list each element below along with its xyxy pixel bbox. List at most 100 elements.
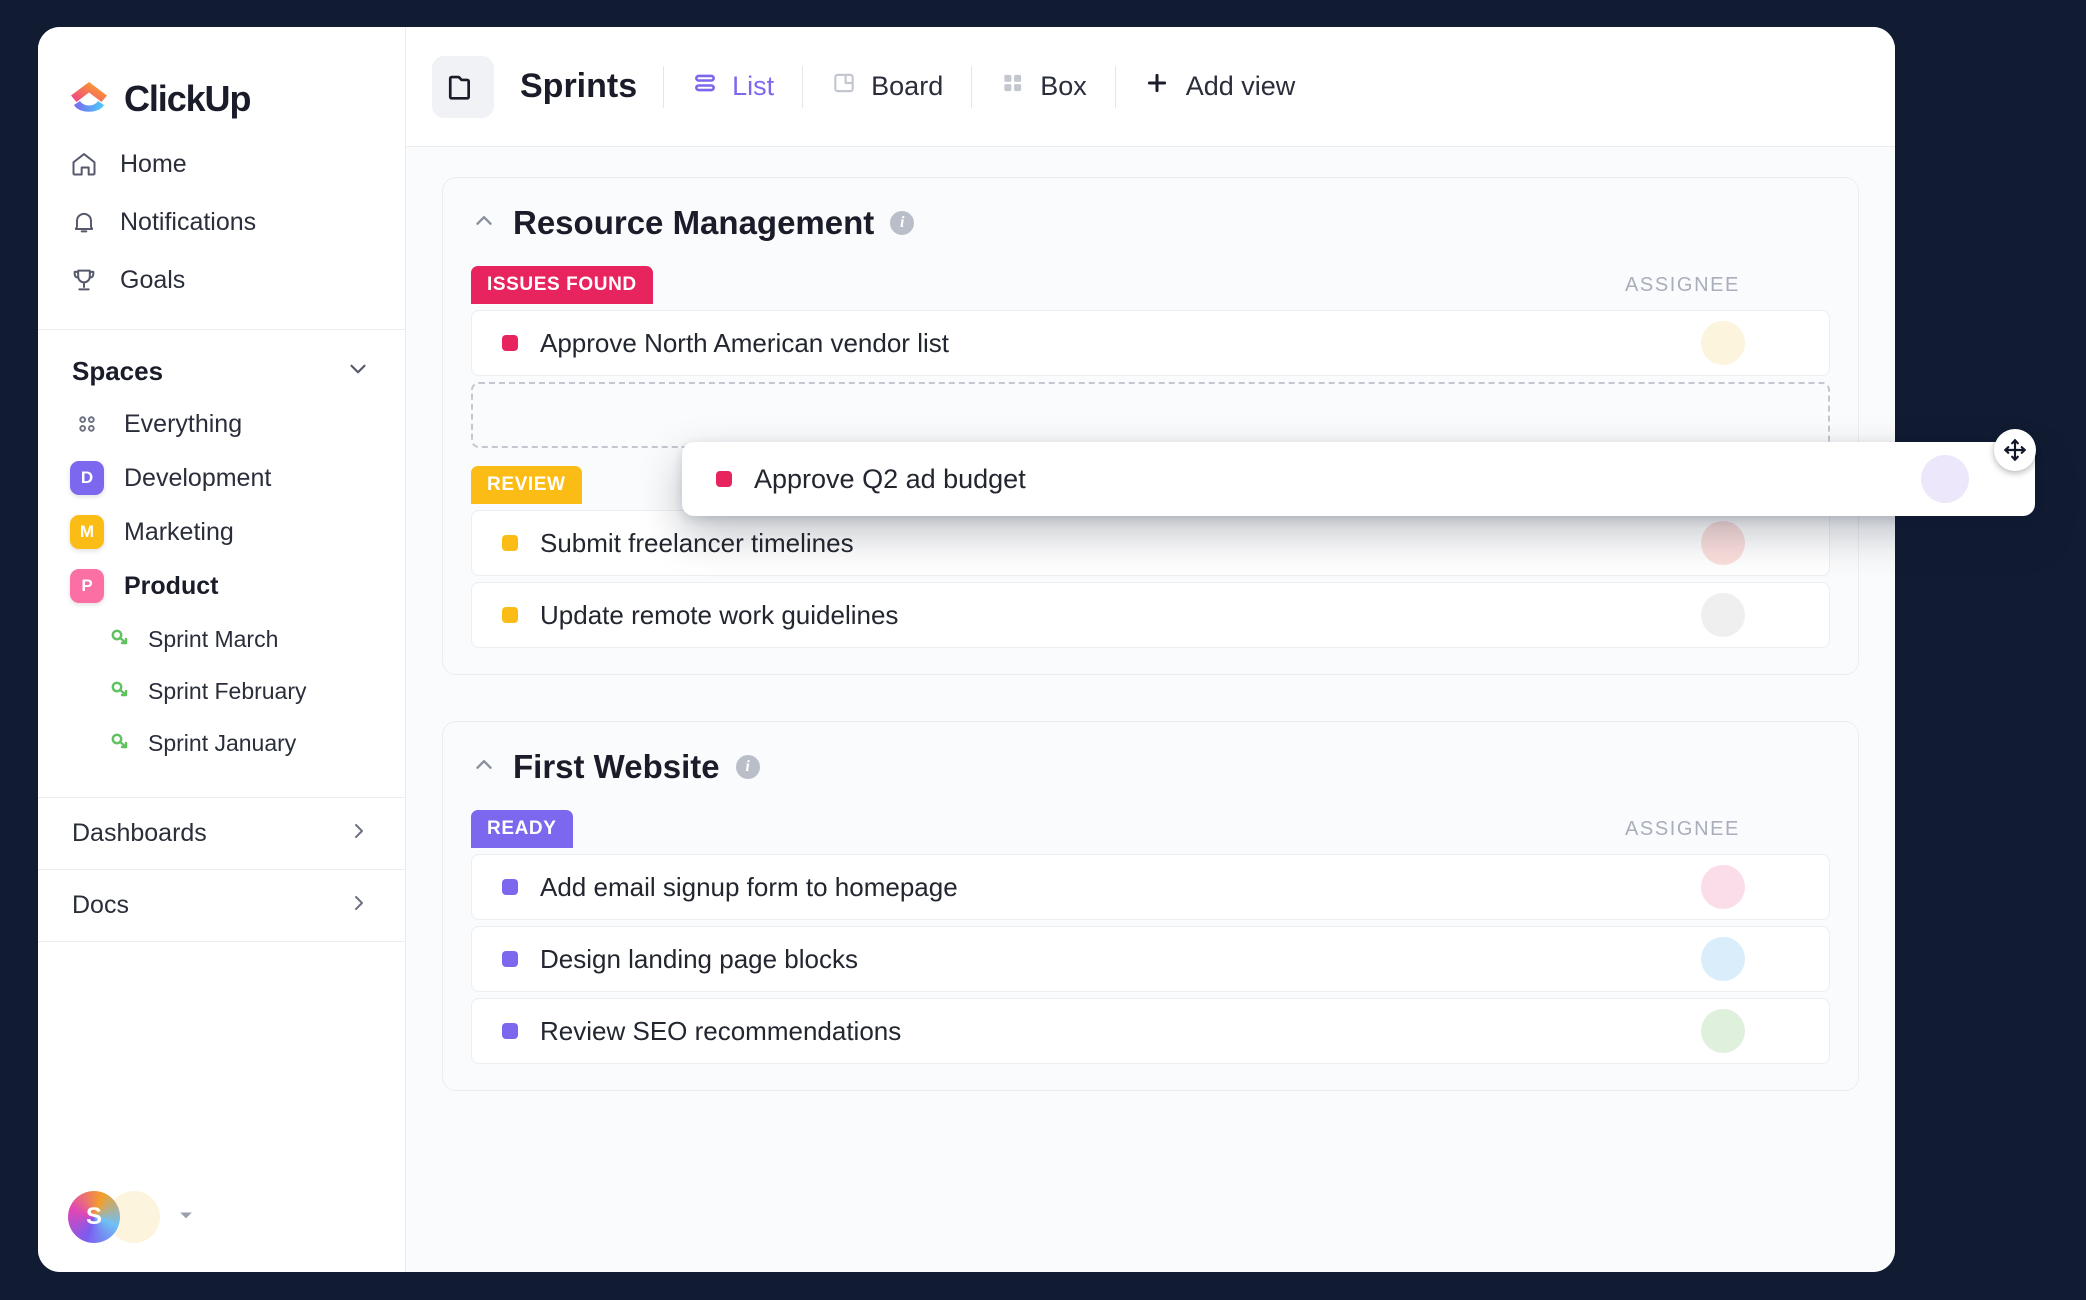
sidebar-item-sprint-march[interactable]: Sprint March	[38, 613, 405, 665]
avatar[interactable]	[1921, 455, 1969, 503]
move-cursor-icon	[1994, 429, 2036, 471]
dragged-task-card[interactable]: Approve Q2 ad budget	[682, 442, 2035, 516]
task-name: Design landing page blocks	[540, 943, 858, 974]
status-dot	[502, 1023, 518, 1039]
avatar[interactable]	[1701, 1009, 1745, 1053]
table-row[interactable]: Review SEO recommendations	[471, 998, 1830, 1064]
tab-label: Box	[1040, 71, 1087, 101]
main-area: Sprints List Board Box Add view Resource…	[406, 27, 1895, 1272]
brand-logo[interactable]: ClickUp	[38, 27, 405, 127]
sprint-icon	[108, 625, 132, 654]
sidebar-item-label: Everything	[124, 409, 243, 438]
sidebar-item-dashboards[interactable]: Dashboards	[38, 797, 405, 869]
sidebar-item-label: Sprint February	[148, 677, 307, 704]
table-row[interactable]: Design landing page blocks	[471, 926, 1830, 992]
nav-label: Home	[120, 149, 187, 178]
task-name: Review SEO recommendations	[540, 1015, 902, 1046]
avatar[interactable]	[1701, 321, 1745, 365]
nav-label: Notifications	[120, 207, 257, 236]
drop-placeholder[interactable]	[471, 382, 1830, 448]
page-title: Sprints	[520, 67, 638, 105]
table-row[interactable]: Submit freelancer timelines	[471, 510, 1830, 576]
sidebar-item-label: Dashboards	[72, 819, 207, 847]
trophy-icon	[70, 266, 98, 294]
workspace-avatar[interactable]: S	[68, 1191, 120, 1243]
group-title: Resource Management	[513, 204, 875, 241]
group-title: First Website	[513, 748, 720, 785]
group-header[interactable]: Resource Management i	[471, 204, 1830, 242]
sidebar-footer: S	[38, 1162, 405, 1272]
sidebar-item-label: Sprint March	[148, 625, 279, 652]
status-dot	[716, 471, 732, 487]
space-badge: D	[70, 461, 104, 495]
avatar[interactable]	[1701, 593, 1745, 637]
task-name: Approve Q2 ad budget	[754, 463, 1026, 494]
nav-label: Goals	[120, 265, 186, 294]
status-badge[interactable]: READY	[471, 810, 573, 848]
spaces-header[interactable]: Spaces	[38, 330, 405, 397]
table-row[interactable]: Add email signup form to homepage	[471, 854, 1830, 920]
primary-nav: Home Notifications Goals	[38, 127, 405, 309]
home-icon	[70, 150, 98, 178]
avatar[interactable]	[1701, 937, 1745, 981]
chevron-up-icon[interactable]	[471, 208, 497, 239]
status-dot	[502, 951, 518, 967]
status-dot	[502, 535, 518, 551]
chevron-down-icon[interactable]	[345, 356, 371, 387]
table-row[interactable]: Update remote work guidelines	[471, 582, 1830, 648]
table-row[interactable]: Approve North American vendor list	[471, 310, 1830, 376]
sidebar-item-sprint-february[interactable]: Sprint February	[38, 665, 405, 717]
folder-icon[interactable]	[432, 55, 494, 118]
task-name: Approve North American vendor list	[540, 327, 949, 358]
spaces-title: Spaces	[72, 356, 164, 386]
status-dot	[502, 879, 518, 895]
tab-box[interactable]: Box	[972, 56, 1115, 118]
chevron-right-icon	[347, 819, 371, 848]
status-badge[interactable]: ISSUES FOUND	[471, 266, 653, 304]
app-window: ClickUp Home Notifications Goals Spaces …	[38, 27, 1895, 1272]
plus-icon	[1144, 70, 1170, 103]
sidebar-item-docs[interactable]: Docs	[38, 869, 405, 941]
status-badge[interactable]: REVIEW	[471, 466, 582, 504]
status-dot	[502, 607, 518, 623]
sidebar-item-product[interactable]: P Product	[38, 559, 405, 613]
sidebar: ClickUp Home Notifications Goals Spaces …	[38, 27, 406, 1272]
sidebar-item-development[interactable]: D Development	[38, 451, 405, 505]
tab-label: Board	[871, 71, 944, 101]
nav-item-notifications[interactable]: Notifications	[38, 193, 405, 251]
caret-down-icon[interactable]	[176, 1205, 196, 1230]
sidebar-item-marketing[interactable]: M Marketing	[38, 505, 405, 559]
sidebar-item-sprint-january[interactable]: Sprint January	[38, 717, 405, 769]
clickup-logo-icon	[68, 78, 110, 120]
info-icon[interactable]: i	[735, 755, 760, 779]
sidebar-item-everything[interactable]: Everything	[38, 397, 405, 451]
sprint-icon	[108, 677, 132, 706]
box-view-icon	[1000, 70, 1026, 103]
avatar[interactable]	[1701, 521, 1745, 565]
bell-icon	[70, 208, 98, 236]
nav-item-goals[interactable]: Goals	[38, 251, 405, 309]
content-area: Resource Management i ISSUES FOUND ASSIG…	[406, 147, 1895, 1272]
add-view-button[interactable]: Add view	[1116, 56, 1324, 118]
column-header-assignee: ASSIGNEE	[1624, 273, 1740, 296]
chevron-right-icon	[347, 891, 371, 920]
sidebar-bottom-divider	[38, 941, 405, 942]
tab-board[interactable]: Board	[803, 56, 971, 118]
group-first-website: First Website i READY ASSIGNEE Add email…	[442, 721, 1859, 1091]
space-badge: P	[70, 569, 104, 603]
sidebar-item-label: Docs	[72, 891, 129, 919]
chevron-up-icon[interactable]	[471, 752, 497, 783]
nav-item-home[interactable]: Home	[38, 135, 405, 193]
column-header-assignee: ASSIGNEE	[1624, 817, 1740, 840]
space-badge: M	[70, 515, 104, 549]
task-name: Update remote work guidelines	[540, 599, 899, 630]
info-icon[interactable]: i	[890, 211, 915, 235]
avatar[interactable]	[1701, 865, 1745, 909]
task-name: Submit freelancer timelines	[540, 527, 854, 558]
tab-list[interactable]: List	[664, 56, 802, 118]
group-header[interactable]: First Website i	[471, 748, 1830, 786]
add-view-label: Add view	[1185, 71, 1296, 101]
status-dot	[502, 335, 518, 351]
list-view-icon	[692, 70, 718, 103]
